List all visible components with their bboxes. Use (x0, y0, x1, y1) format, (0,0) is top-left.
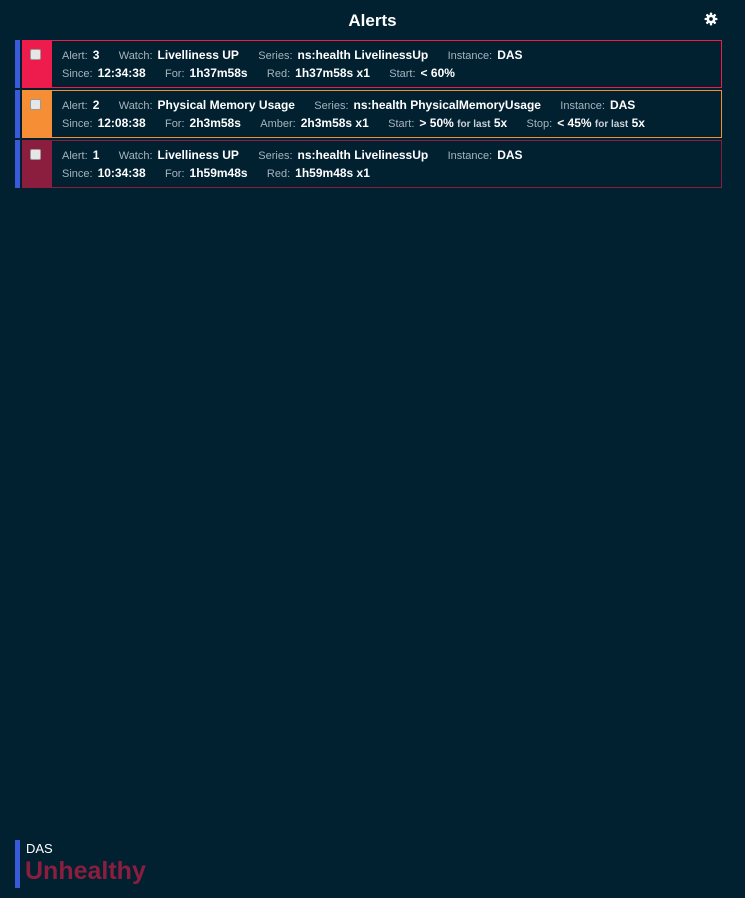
alert-severity-amber (22, 90, 52, 138)
alert-details: Alert: 2 Watch: Physical Memory Usage Seri… (52, 90, 722, 138)
series-label: Series: (258, 50, 293, 62)
for-value: 1h59m48s (189, 166, 248, 180)
stop-for-last: for last (594, 119, 629, 130)
alert-row-line-1: Alert: 2 Watch: Physical Memory Usage Seri… (62, 98, 651, 112)
series-value: ns:health LivelinessUp (297, 148, 429, 162)
alert-checkbox[interactable] (30, 99, 41, 110)
alert-row-line-2: Since: 12:08:38 For: 2h3m58s Amber: 2h3m58s… (62, 116, 661, 130)
for-value: 1h37m58s (189, 66, 248, 80)
red-label: Red: (266, 168, 291, 180)
start-count: 5x (493, 116, 508, 130)
alert-row-line-1: Alert: 3 Watch: Livelliness UP Series: ns:h… (62, 48, 539, 62)
alert-row: Alert: 2 Watch: Physical Memory Usage Seri… (15, 90, 722, 138)
alert-checkbox[interactable] (30, 149, 41, 160)
alert-label: Alert: (62, 50, 88, 62)
start-label: Start: (388, 118, 415, 130)
start-label: Start: (389, 68, 416, 80)
watch-value: Livelliness UP (157, 148, 239, 162)
status-edge (15, 840, 20, 888)
alert-edge (15, 40, 20, 88)
since-label: Since: (62, 68, 93, 80)
series-label: Series: (258, 150, 293, 162)
since-value: 10:34:38 (97, 166, 146, 180)
red-value: 1h37m58s x1 (295, 66, 370, 80)
alert-list: Alert: 3 Watch: Livelliness UP Series: ns:h… (15, 40, 722, 190)
gear-icon[interactable] (704, 12, 718, 26)
series-label: Series: (314, 100, 349, 112)
alert-row-line-1: Alert: 1 Watch: Livelliness UP Series: ns:h… (62, 148, 539, 162)
instance-label: Instance: (447, 150, 493, 162)
series-value: ns:health LivelinessUp (297, 48, 429, 62)
alert-edge (15, 90, 20, 138)
for-label: For: (164, 168, 185, 180)
alert-severity-dark-red (22, 140, 52, 188)
stop-count: 5x (631, 116, 645, 130)
status-text: Unhealthy (25, 857, 146, 885)
since-value: 12:34:38 (97, 66, 146, 80)
alert-details: Alert: 3 Watch: Livelliness UP Series: ns:h… (52, 40, 722, 88)
alerts-page: Alerts Alert: 3 Watch: Livelliness UP Se… (0, 0, 745, 898)
alert-id: 3 (92, 48, 100, 62)
start-value: > 50% (419, 116, 454, 130)
since-label: Since: (62, 118, 93, 130)
alert-row-line-2: Since: 12:34:38 For: 1h37m58s Red: 1h37m58s… (62, 66, 471, 80)
red-label: Red: (266, 68, 291, 80)
instance-name: DAS (26, 841, 53, 856)
instance-value: DAS (497, 48, 523, 62)
alert-severity-red (22, 40, 52, 88)
alert-checkbox[interactable] (30, 49, 41, 60)
alert-label: Alert: (62, 100, 88, 112)
header: Alerts (0, 0, 745, 40)
red-value: 1h59m48s x1 (295, 166, 370, 180)
watch-label: Watch: (118, 100, 153, 112)
amber-label: Amber: (260, 118, 296, 130)
instance-label: Instance: (560, 100, 605, 112)
instance-label: Instance: (447, 50, 493, 62)
start-for-last: for last (457, 119, 491, 130)
alert-id: 1 (92, 148, 100, 162)
alert-row: Alert: 3 Watch: Livelliness UP Series: ns:h… (15, 40, 722, 88)
series-value: ns:health PhysicalMemoryUsage (353, 98, 541, 112)
instance-value: DAS (497, 148, 523, 162)
for-label: For: (164, 118, 185, 130)
alert-details: Alert: 1 Watch: Livelliness UP Series: ns:h… (52, 140, 722, 188)
page-title: Alerts (348, 11, 397, 30)
since-value: 12:08:38 (97, 116, 146, 130)
stop-value: < 45% (557, 116, 592, 130)
alert-label: Alert: (62, 150, 88, 162)
stop-label: Stop: (526, 118, 553, 130)
alert-row: Alert: 1 Watch: Livelliness UP Series: ns:h… (15, 140, 722, 188)
instance-value: DAS (609, 98, 636, 112)
start-value: < 60% (420, 66, 455, 80)
alert-edge (15, 140, 20, 188)
watch-label: Watch: (118, 150, 153, 162)
for-value: 2h3m58s (189, 116, 241, 130)
amber-value: 2h3m58s x1 (300, 116, 369, 130)
for-label: For: (164, 68, 185, 80)
watch-label: Watch: (118, 50, 153, 62)
watch-value: Livelliness UP (157, 48, 239, 62)
alert-id: 2 (92, 98, 100, 112)
alert-row-line-2: Since: 10:34:38 For: 1h59m48s Red: 1h59m48s… (62, 166, 386, 180)
since-label: Since: (62, 168, 93, 180)
watch-value: Physical Memory Usage (157, 98, 295, 112)
